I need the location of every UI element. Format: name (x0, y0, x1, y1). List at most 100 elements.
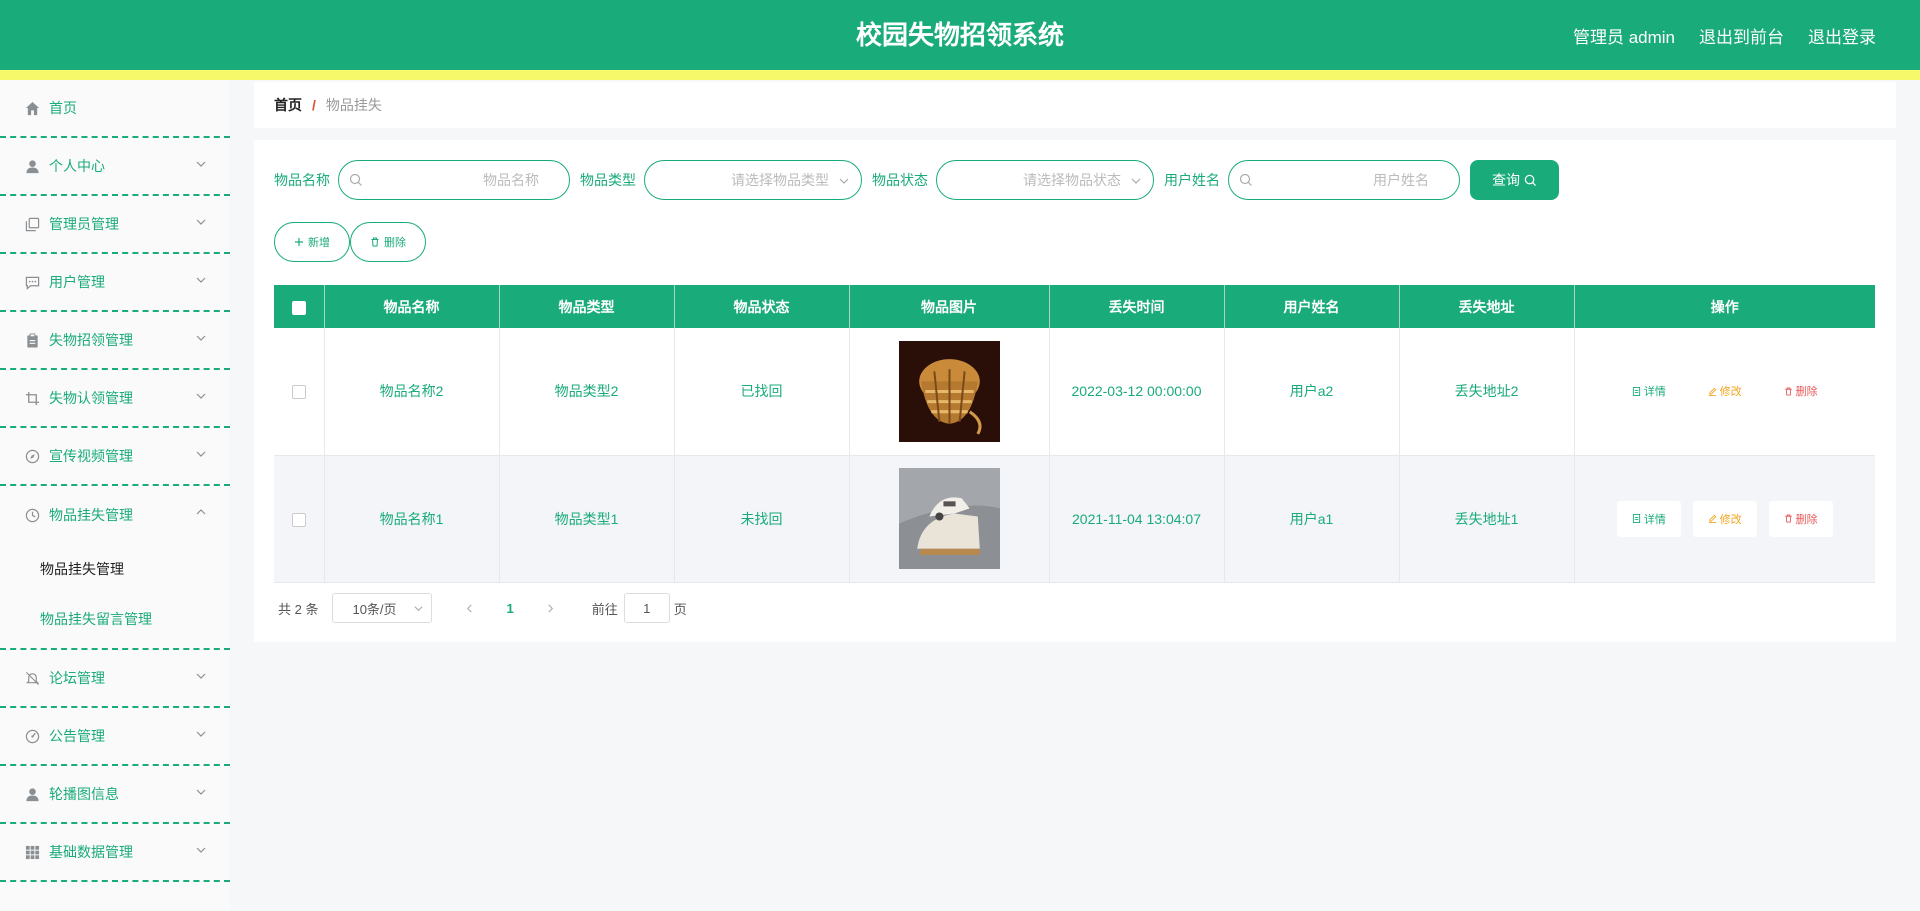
sidebar-item-label: 管理员管理 (49, 216, 119, 232)
trash-icon (1784, 387, 1792, 396)
column-header[interactable]: 物品状态 (674, 285, 850, 328)
operations-cell: 详情 修改 删除 (1574, 328, 1875, 456)
chevron-down-icon (196, 161, 206, 167)
lost-address-cell: 丢失地址2 (1399, 328, 1575, 456)
chevron-up-icon (196, 509, 206, 515)
detail-button[interactable]: 详情 (1616, 500, 1681, 537)
trash-icon (1784, 514, 1792, 523)
sidebar-item-home[interactable]: 首页 (0, 80, 230, 138)
sidebar-item-label: 用户管理 (49, 274, 105, 290)
submenu-item-lost-report-comments[interactable]: 物品挂失留言管理 (0, 594, 230, 644)
table-header-row: 物品名称 物品类型 物品状态 物品图片 丢失时间 用户姓名 丢失地址 操作 (274, 285, 1875, 328)
page-number-current[interactable]: 1 (506, 601, 513, 616)
batch-delete-button[interactable]: 删除 (350, 222, 426, 262)
column-header[interactable]: 用户姓名 (1224, 285, 1400, 328)
page-size-select[interactable]: 10条/页 (332, 593, 433, 623)
clothes-iron-photo[interactable] (898, 468, 1000, 569)
edit-button[interactable]: 修改 (1692, 500, 1757, 537)
sidebar-item-label: 宣传视频管理 (49, 448, 133, 464)
item-image-cell (849, 328, 1050, 456)
sidebar-item-claim-management[interactable]: 失物认领管理 (0, 370, 230, 428)
delete-button-label: 删除 (1795, 386, 1818, 399)
item-type-select[interactable]: 请选择物品类型 (644, 160, 862, 200)
sidebar-item-label: 基础数据管理 (49, 844, 133, 860)
chevron-down-icon (196, 393, 206, 399)
chevron-down-icon (196, 847, 206, 853)
sidebar-item-video-management[interactable]: 宣传视频管理 (0, 428, 230, 486)
user-name-input[interactable] (1229, 161, 1459, 199)
query-button[interactable]: 查询 (1470, 160, 1559, 200)
sidebar-item-admin-management[interactable]: 管理员管理 (0, 196, 230, 254)
chevron-down-icon (196, 673, 206, 679)
row-checkbox[interactable] (291, 385, 306, 400)
submenu-item-lost-report[interactable]: 物品挂失管理 (0, 544, 230, 594)
edit-button-label: 修改 (1719, 386, 1742, 399)
exit-to-frontend-link[interactable]: 退出到前台 (1699, 23, 1784, 48)
item-status-cell: 已找回 (674, 328, 850, 456)
user-name-cell: 用户a2 (1224, 328, 1400, 456)
total-count: 共 2 条 (278, 601, 319, 617)
chevron-down-icon (196, 451, 206, 457)
document-icon (1632, 386, 1640, 396)
next-page-button[interactable] (544, 601, 558, 616)
breadcrumb-home[interactable]: 首页 (274, 95, 302, 115)
column-header[interactable]: 物品类型 (499, 285, 675, 328)
edit-button[interactable]: 修改 (1693, 373, 1757, 409)
sidebar-item-lost-report-management[interactable]: 物品挂失管理 (0, 486, 230, 544)
chat-icon (24, 274, 40, 290)
prev-page-button[interactable] (462, 601, 476, 616)
chevron-down-icon (414, 606, 423, 612)
lost-time-cell: 2022-03-12 00:00:00 (1049, 328, 1225, 456)
column-header[interactable]: 物品名称 (324, 285, 500, 328)
sidebar-item-carousel-info[interactable]: 轮播图信息 (0, 766, 230, 824)
sidebar-item-label: 公告管理 (49, 728, 105, 744)
item-status-label: 物品状态 (872, 172, 928, 188)
column-header[interactable]: 丢失时间 (1049, 285, 1225, 328)
search-icon (1524, 174, 1537, 186)
admin-user-label: 管理员 admin (1572, 27, 1675, 47)
search-icon (1239, 173, 1252, 186)
compass-icon (24, 448, 40, 464)
delete-button[interactable]: 删除 (1768, 500, 1833, 537)
chevron-down-icon (196, 731, 206, 737)
pagination: 共 2 条 10条/页 1 前往 页 (278, 593, 687, 623)
sidebar-item-base-data-management[interactable]: 基础数据管理 (0, 824, 230, 882)
breadcrumb-separator: / (312, 97, 316, 113)
trash-icon (371, 237, 379, 247)
operations-cell: 详情 修改 删除 (1574, 455, 1875, 583)
sidebar-item-user-management[interactable]: 用户管理 (0, 254, 230, 312)
item-name-input[interactable] (339, 161, 569, 199)
home-icon (24, 100, 40, 116)
add-button[interactable]: 新增 (274, 222, 350, 262)
lost-items-table: 物品名称 物品类型 物品状态 物品图片 丢失时间 用户姓名 丢失地址 操作 物品… (274, 285, 1875, 583)
detail-button[interactable]: 详情 (1617, 373, 1681, 409)
detail-button-label: 详情 (1643, 513, 1666, 526)
lost-address-cell: 丢失地址1 (1399, 455, 1575, 583)
delete-button-label: 删除 (1795, 513, 1818, 526)
item-status-select[interactable]: 请选择物品状态 (936, 160, 1154, 200)
search-form: 物品名称 物品类型 请选择物品类型 物品状态 请选择物品状态 用户姓名 查询 (274, 160, 1559, 200)
sidebar-item-notice-management[interactable]: 公告管理 (0, 708, 230, 766)
row-checkbox[interactable] (291, 512, 306, 527)
copy-icon (24, 216, 40, 232)
user-name-label: 用户姓名 (1164, 172, 1220, 188)
sidebar-item-found-management[interactable]: 失物招领管理 (0, 312, 230, 370)
logout-link[interactable]: 退出登录 (1808, 23, 1876, 48)
edit-icon (1708, 387, 1717, 396)
chevron-down-icon (196, 277, 206, 283)
breadcrumb-current: 物品挂失 (325, 97, 382, 113)
select-all-checkbox[interactable] (291, 300, 306, 315)
breadcrumb: 首页 / 物品挂失 (254, 82, 1896, 128)
clipboard-icon (24, 332, 40, 348)
sidebar-item-forum-management[interactable]: 论坛管理 (0, 650, 230, 708)
column-header[interactable]: 物品图片 (849, 285, 1050, 328)
goto-page-input[interactable] (623, 593, 670, 623)
delete-button[interactable]: 删除 (1769, 373, 1833, 409)
sidebar-item-personal-center[interactable]: 个人中心 (0, 138, 230, 196)
woven-basket-photo[interactable] (898, 340, 1000, 442)
crop-icon (24, 390, 40, 406)
add-button-label: 新增 (308, 237, 330, 249)
item-name-label: 物品名称 (274, 172, 330, 188)
item-status-cell: 未找回 (674, 455, 850, 583)
column-header[interactable]: 丢失地址 (1399, 285, 1575, 328)
